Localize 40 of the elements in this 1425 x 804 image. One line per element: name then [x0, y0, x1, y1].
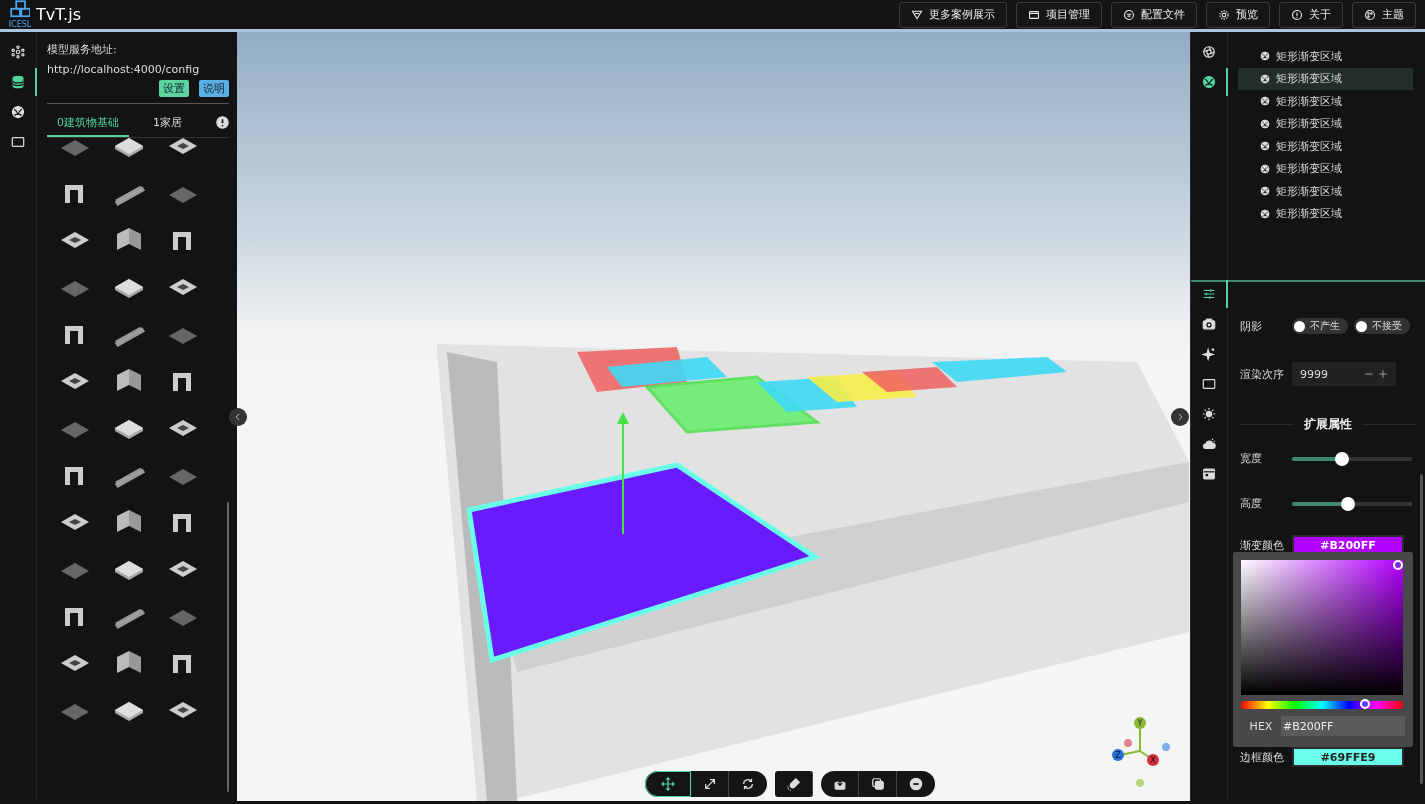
viewport[interactable]: Y Z X: [237, 32, 1190, 801]
property-label: 宽度: [1240, 451, 1263, 466]
hex-input[interactable]: #B200FF: [1281, 716, 1405, 736]
property-label: 渐变颜色: [1240, 537, 1285, 553]
property-label: 渲染次序: [1240, 366, 1285, 382]
header-button[interactable]: 关于: [1279, 1, 1343, 28]
axis-label: X: [1150, 756, 1156, 765]
header-button[interactable]: 更多案例展示: [899, 1, 1007, 28]
toggle-switch[interactable]: 不产生: [1292, 318, 1348, 334]
logo-caption: ICESL: [8, 20, 32, 29]
category-tab[interactable]: 1家居: [143, 110, 192, 137]
color-swatch[interactable]: #69FFE9: [1292, 747, 1404, 767]
object-list-item[interactable]: 矩形渐变区域: [1238, 45, 1413, 68]
header-button[interactable]: 项目管理: [1016, 1, 1102, 28]
object-list-item[interactable]: 矩形渐变区域: [1238, 202, 1413, 225]
axis-label: Z: [1115, 751, 1121, 760]
number-input[interactable]: 9999: [1292, 362, 1396, 386]
color-swatch[interactable]: #B200FF: [1292, 535, 1404, 555]
field-label: 模型服务地址:: [47, 42, 118, 57]
header-button[interactable]: 主题: [1352, 1, 1416, 28]
panel-button[interactable]: 设置: [159, 80, 189, 97]
property-label: 边框颜色: [1240, 749, 1285, 765]
property-label: 高度: [1240, 496, 1263, 511]
object-list-item[interactable]: 矩形渐变区域: [1238, 180, 1413, 203]
section-title: 扩展属性: [1304, 416, 1352, 433]
header-button[interactable]: 配置文件: [1111, 1, 1197, 28]
header-button[interactable]: 预览: [1206, 1, 1270, 28]
axis-label: Y: [1137, 719, 1143, 728]
panel-button[interactable]: 说明: [199, 80, 229, 97]
server-url: http://localhost:4000/config: [47, 63, 201, 76]
toggle-switch[interactable]: 不接受: [1354, 318, 1410, 334]
object-list-item[interactable]: 矩形渐变区域: [1238, 157, 1413, 180]
property-label: 阴影: [1240, 318, 1263, 334]
hex-label: HEX: [1248, 719, 1274, 733]
object-list-item[interactable]: 矩形渐变区域: [1238, 67, 1413, 90]
object-list-item[interactable]: 矩形渐变区域: [1238, 135, 1413, 158]
object-list-item[interactable]: 矩形渐变区域: [1238, 112, 1413, 135]
category-tab[interactable]: 0建筑物基础: [47, 110, 129, 137]
app-title: TvT.js: [36, 5, 82, 24]
object-list-item[interactable]: 矩形渐变区域: [1238, 90, 1413, 113]
